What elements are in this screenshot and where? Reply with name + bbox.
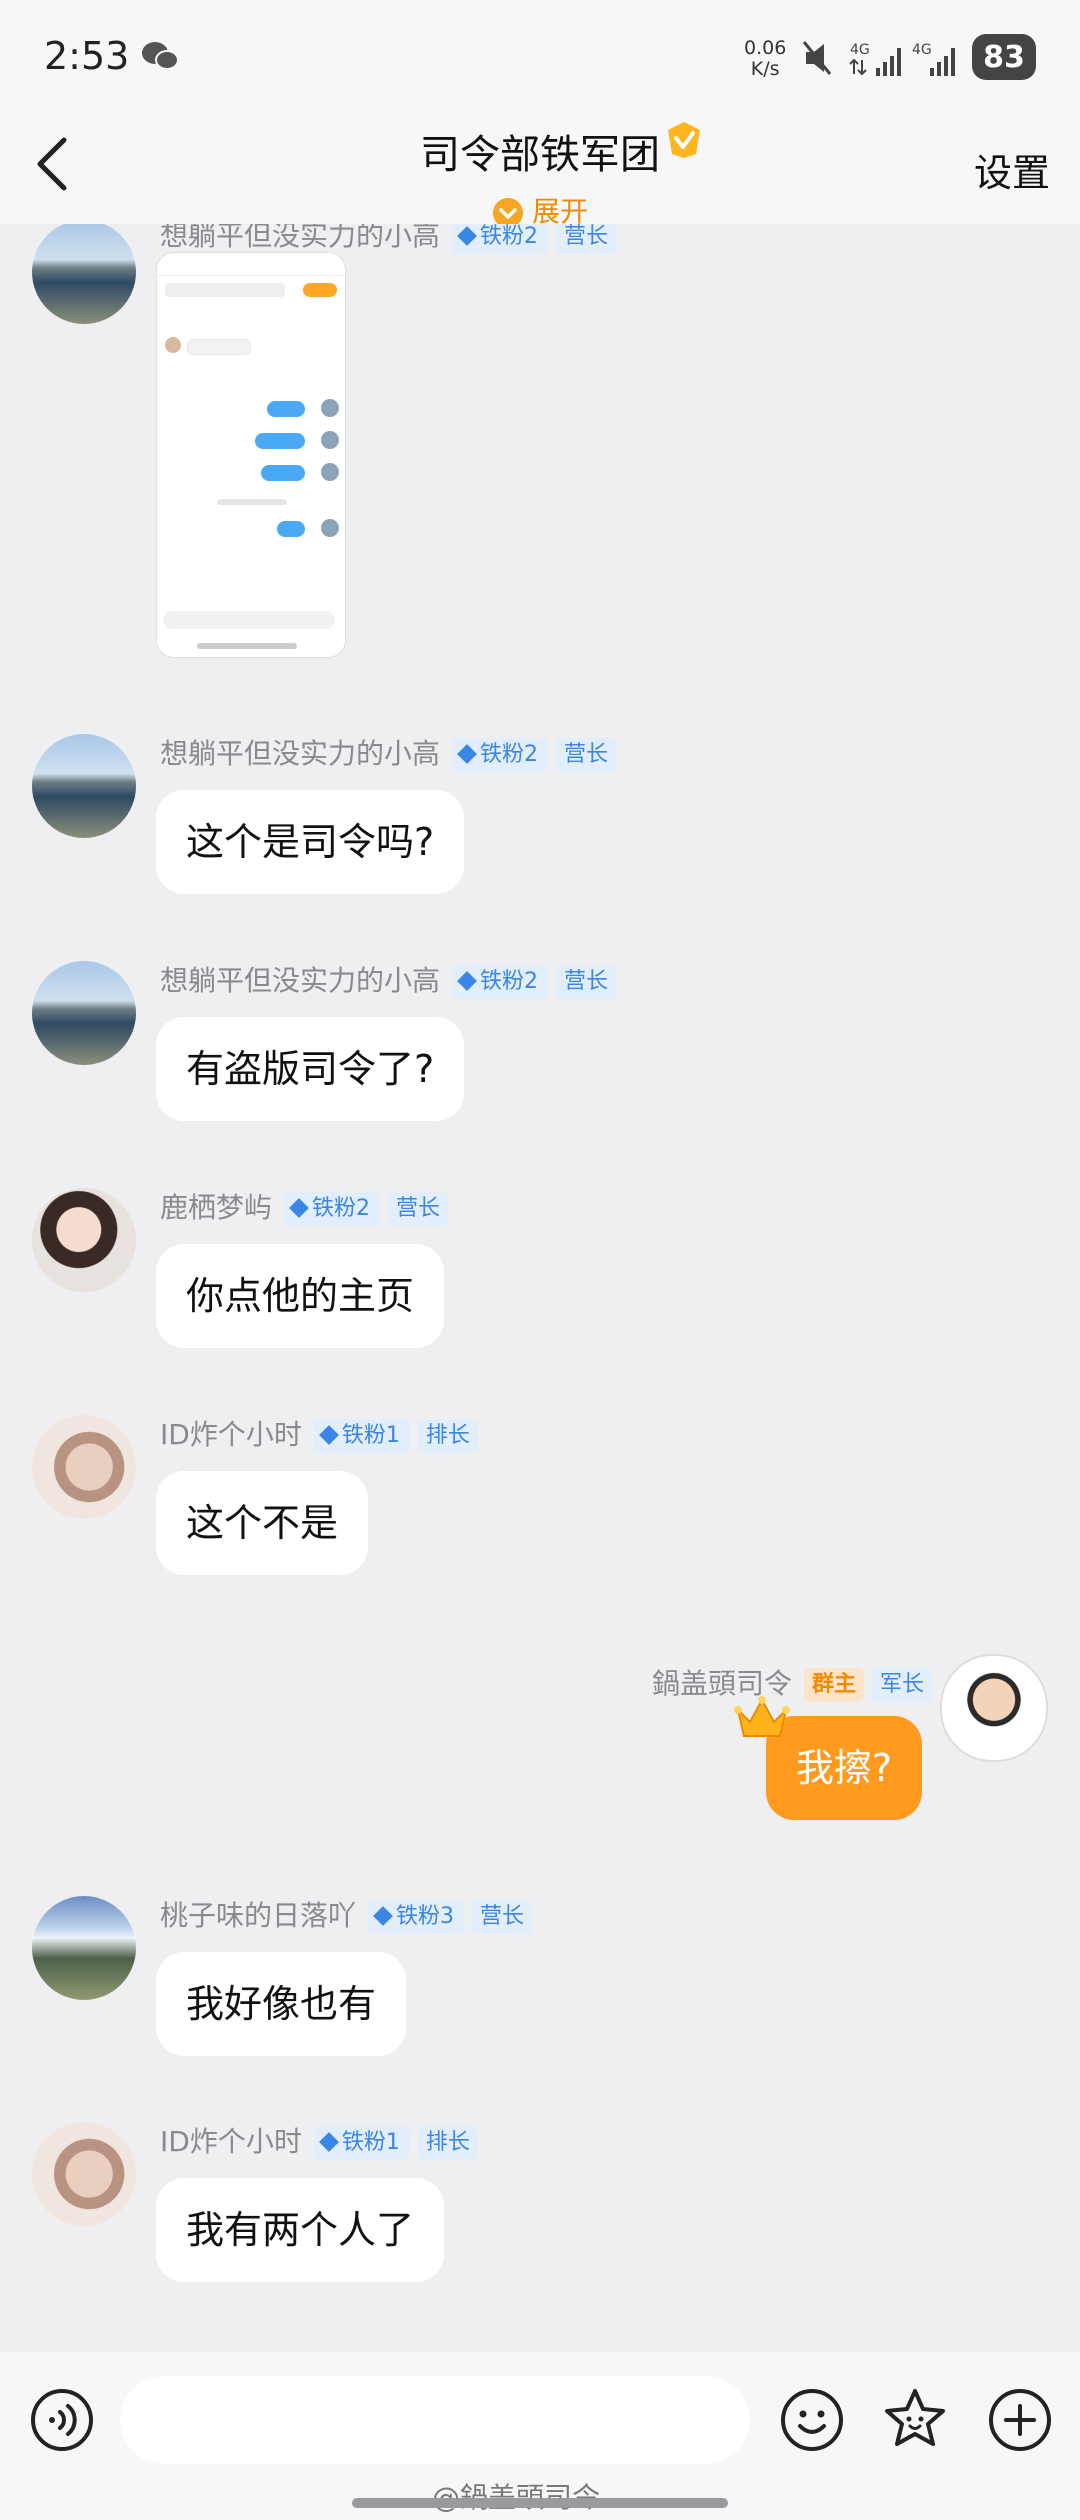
sender-name: 想躺平但没实力的小高 <box>160 224 441 252</box>
status-time: 2:53 <box>44 34 130 78</box>
sender-name-line: ID炸个小时 铁粉1 排长 <box>160 2120 478 2160</box>
mini-bubble <box>187 339 251 355</box>
mini-divider <box>217 499 287 505</box>
net-speed-unit: K/s <box>750 58 780 80</box>
fan-badge: 铁粉1 <box>313 1419 410 1453</box>
mini-bar <box>255 433 305 449</box>
fan-badge-label: 铁粉1 <box>341 1423 400 1448</box>
fan-badge: 铁粉1 <box>313 2126 410 2160</box>
fan-badge-label: 铁粉1 <box>341 2130 400 2155</box>
message-bubble[interactable]: 这个不是 <box>156 1471 369 1575</box>
mini-dot <box>321 519 339 537</box>
fan-badge: 铁粉3 <box>368 1900 465 1934</box>
rank-badge: 营长 <box>556 738 617 772</box>
settings-button[interactable]: 设置 <box>974 142 1050 197</box>
rank-badge: 营长 <box>556 224 617 254</box>
input-bar: @鍋盖頭司令 <box>0 2352 1080 2520</box>
battery-indicator: 83 <box>972 34 1036 80</box>
fan-badge-label: 铁粉2 <box>480 742 539 767</box>
sender-name: 想躺平但没实力的小高 <box>160 964 441 997</box>
chat-header: 司令部铁军团 展开 设置 <box>0 112 1080 228</box>
mini-bar <box>261 465 305 481</box>
lake-avatar[interactable] <box>32 961 136 1065</box>
sender-name-line: 桃子味的日落吖 铁粉3 营长 <box>160 1894 533 1934</box>
crown-icon <box>734 1696 790 1737</box>
watermark-credit: @鍋盖頭司令 <box>432 2476 600 2516</box>
net-speed-value: 0.06 <box>744 37 787 59</box>
face-avatar[interactable] <box>32 1415 136 1519</box>
group-title: 司令部铁军团 <box>420 132 660 178</box>
signal-status-icons: 4G 4G <box>802 41 955 76</box>
chat-message-list[interactable]: 想躺平但没实力的小高 铁粉2 营长 想躺平但没实力的小高 铁粉2 营长 这个是司令吗? <box>0 224 1080 2352</box>
fan-badge-label: 铁粉2 <box>480 224 539 249</box>
rank-badge: 排长 <box>417 2126 478 2160</box>
mini-avatar <box>165 337 181 353</box>
mini-nav <box>197 643 297 649</box>
status-bar: 2:53 0.06 K/s 4G 4G 83 <box>0 0 1080 112</box>
verified-badge-icon <box>668 122 700 158</box>
svg-text:4G: 4G <box>912 42 932 58</box>
lake-avatar[interactable] <box>32 734 136 838</box>
girl-avatar[interactable] <box>32 1188 136 1292</box>
mini-dot <box>321 463 339 481</box>
sender-name: 桃子味的日落吖 <box>160 1899 357 1932</box>
mini-header <box>157 253 345 276</box>
voice-icon[interactable] <box>30 2388 94 2452</box>
owner-badge: 群主 <box>803 1668 864 1702</box>
message-bubble[interactable]: 你点他的主页 <box>156 1244 445 1348</box>
sender-name-line: 想躺平但没实力的小高 铁粉2 营长 <box>160 959 617 999</box>
rank-badge: 营长 <box>388 1192 449 1226</box>
svg-text:4G: 4G <box>850 42 870 58</box>
title-wrapper: 司令部铁军团 <box>420 122 700 180</box>
sender-name-line: 想躺平但没实力的小高 铁粉2 营长 <box>160 224 617 254</box>
mini-input <box>163 611 335 629</box>
fan-badge-label: 铁粉2 <box>312 1196 371 1221</box>
message-bubble[interactable]: 我好像也有 <box>156 1952 407 2056</box>
message-bubble[interactable]: 我有两个人了 <box>156 2178 445 2282</box>
mini-dot <box>321 399 339 417</box>
net-speed: 0.06 K/s <box>744 38 786 80</box>
lake-avatar[interactable] <box>32 224 136 324</box>
sender-name-line: 想躺平但没实力的小高 铁粉2 营长 <box>160 732 617 772</box>
rank-badge: 营长 <box>472 1900 533 1934</box>
fan-badge: 铁粉2 <box>452 965 549 999</box>
rank-badge: 军长 <box>871 1668 932 1702</box>
sender-name-line: 鹿栖梦屿 铁粉2 营长 <box>160 1186 449 1226</box>
group-title-row: 司令部铁军团 <box>0 122 1080 180</box>
shared-screenshot-image[interactable] <box>156 252 346 658</box>
message-bubble[interactable]: 这个是司令吗? <box>156 790 465 894</box>
fan-badge: 铁粉2 <box>284 1192 381 1226</box>
sender-name: ID炸个小时 <box>160 2125 302 2158</box>
mute-icon <box>802 41 832 75</box>
sticker-star-icon[interactable] <box>882 2386 948 2452</box>
mini-bar <box>277 521 305 537</box>
fan-badge-label: 铁粉2 <box>480 969 539 994</box>
mini-notice <box>165 283 285 297</box>
sender-name: 想躺平但没实力的小高 <box>160 737 441 770</box>
message-bubble[interactable]: 有盗版司令了? <box>156 1017 465 1121</box>
face-avatar[interactable] <box>32 2122 136 2226</box>
fan-badge: 铁粉2 <box>452 224 549 254</box>
sender-name-line: ID炸个小时 铁粉1 排长 <box>160 1413 478 1453</box>
mini-button <box>303 283 337 297</box>
my-avatar[interactable] <box>940 1654 1048 1762</box>
home-indicator[interactable] <box>352 2498 728 2508</box>
plus-icon[interactable] <box>988 2388 1052 2452</box>
emoji-icon[interactable] <box>780 2388 844 2452</box>
message-input[interactable] <box>120 2376 750 2464</box>
mini-dot <box>321 431 339 449</box>
rank-badge: 排长 <box>417 1419 478 1453</box>
rank-badge: 营长 <box>556 965 617 999</box>
fan-badge-label: 铁粉3 <box>396 1904 455 1929</box>
sender-name: ID炸个小时 <box>160 1418 302 1451</box>
sender-name: 鹿栖梦屿 <box>160 1191 273 1224</box>
fan-badge: 铁粉2 <box>452 738 549 772</box>
mini-bar <box>267 401 305 417</box>
mountain-avatar[interactable] <box>32 1896 136 2000</box>
wechat-icon <box>142 42 179 70</box>
